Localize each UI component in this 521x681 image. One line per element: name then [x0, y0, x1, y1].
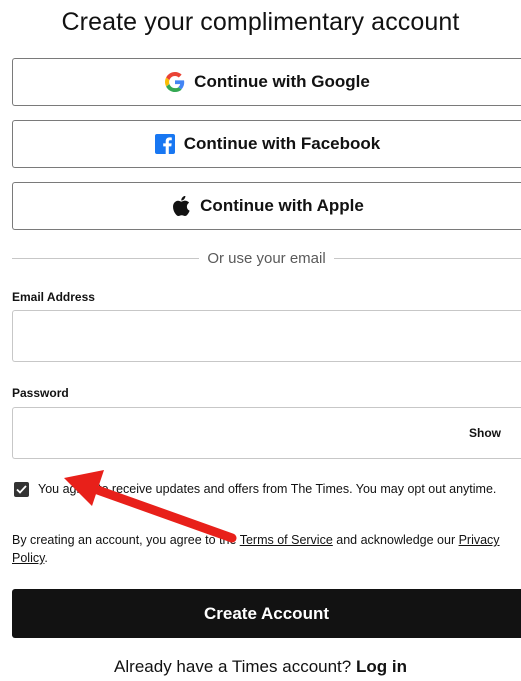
legal-middle: and acknowledge our	[332, 533, 459, 547]
log-in-link[interactable]: Log in	[356, 657, 407, 676]
create-account-button[interactable]: Create Account	[12, 589, 521, 638]
continue-with-google-button[interactable]: Continue with Google	[12, 58, 521, 106]
facebook-icon	[154, 133, 176, 155]
legal-suffix: .	[44, 551, 48, 565]
login-prompt: Already have a Times account? Log in	[0, 657, 521, 677]
divider-text: Or use your email	[207, 249, 326, 267]
divider-line-left	[12, 257, 200, 259]
consent-text: You agree to receive updates and offers …	[38, 482, 497, 496]
page-title: Create your complimentary account	[61, 8, 460, 36]
email-input[interactable]	[12, 310, 521, 362]
google-icon	[164, 71, 186, 93]
continue-with-facebook-label: Continue with Facebook	[183, 134, 381, 153]
continue-with-apple-label: Continue with Apple	[200, 196, 364, 215]
email-label: Email Address	[12, 290, 95, 304]
password-input[interactable]	[12, 407, 521, 459]
apple-icon	[170, 195, 192, 217]
password-label: Password	[12, 386, 69, 400]
legal-prefix: By creating an account, you agree to the	[12, 533, 240, 547]
login-prompt-text: Already have a Times account?	[114, 657, 356, 676]
create-account-label: Create Account	[203, 603, 329, 623]
checkmark-icon	[16, 485, 27, 494]
consent-checkbox[interactable]	[14, 482, 29, 497]
terms-of-service-link[interactable]: Terms of Service	[240, 533, 333, 547]
continue-with-facebook-button[interactable]: Continue with Facebook	[12, 120, 521, 168]
continue-with-google-label: Continue with Google	[194, 72, 370, 91]
continue-with-apple-button[interactable]: Continue with Apple	[12, 182, 521, 230]
divider-line-right	[333, 257, 521, 259]
or-divider: Or use your email	[12, 248, 521, 268]
legal-text: By creating an account, you agree to the…	[12, 531, 521, 567]
show-password-button[interactable]: Show	[469, 426, 501, 440]
